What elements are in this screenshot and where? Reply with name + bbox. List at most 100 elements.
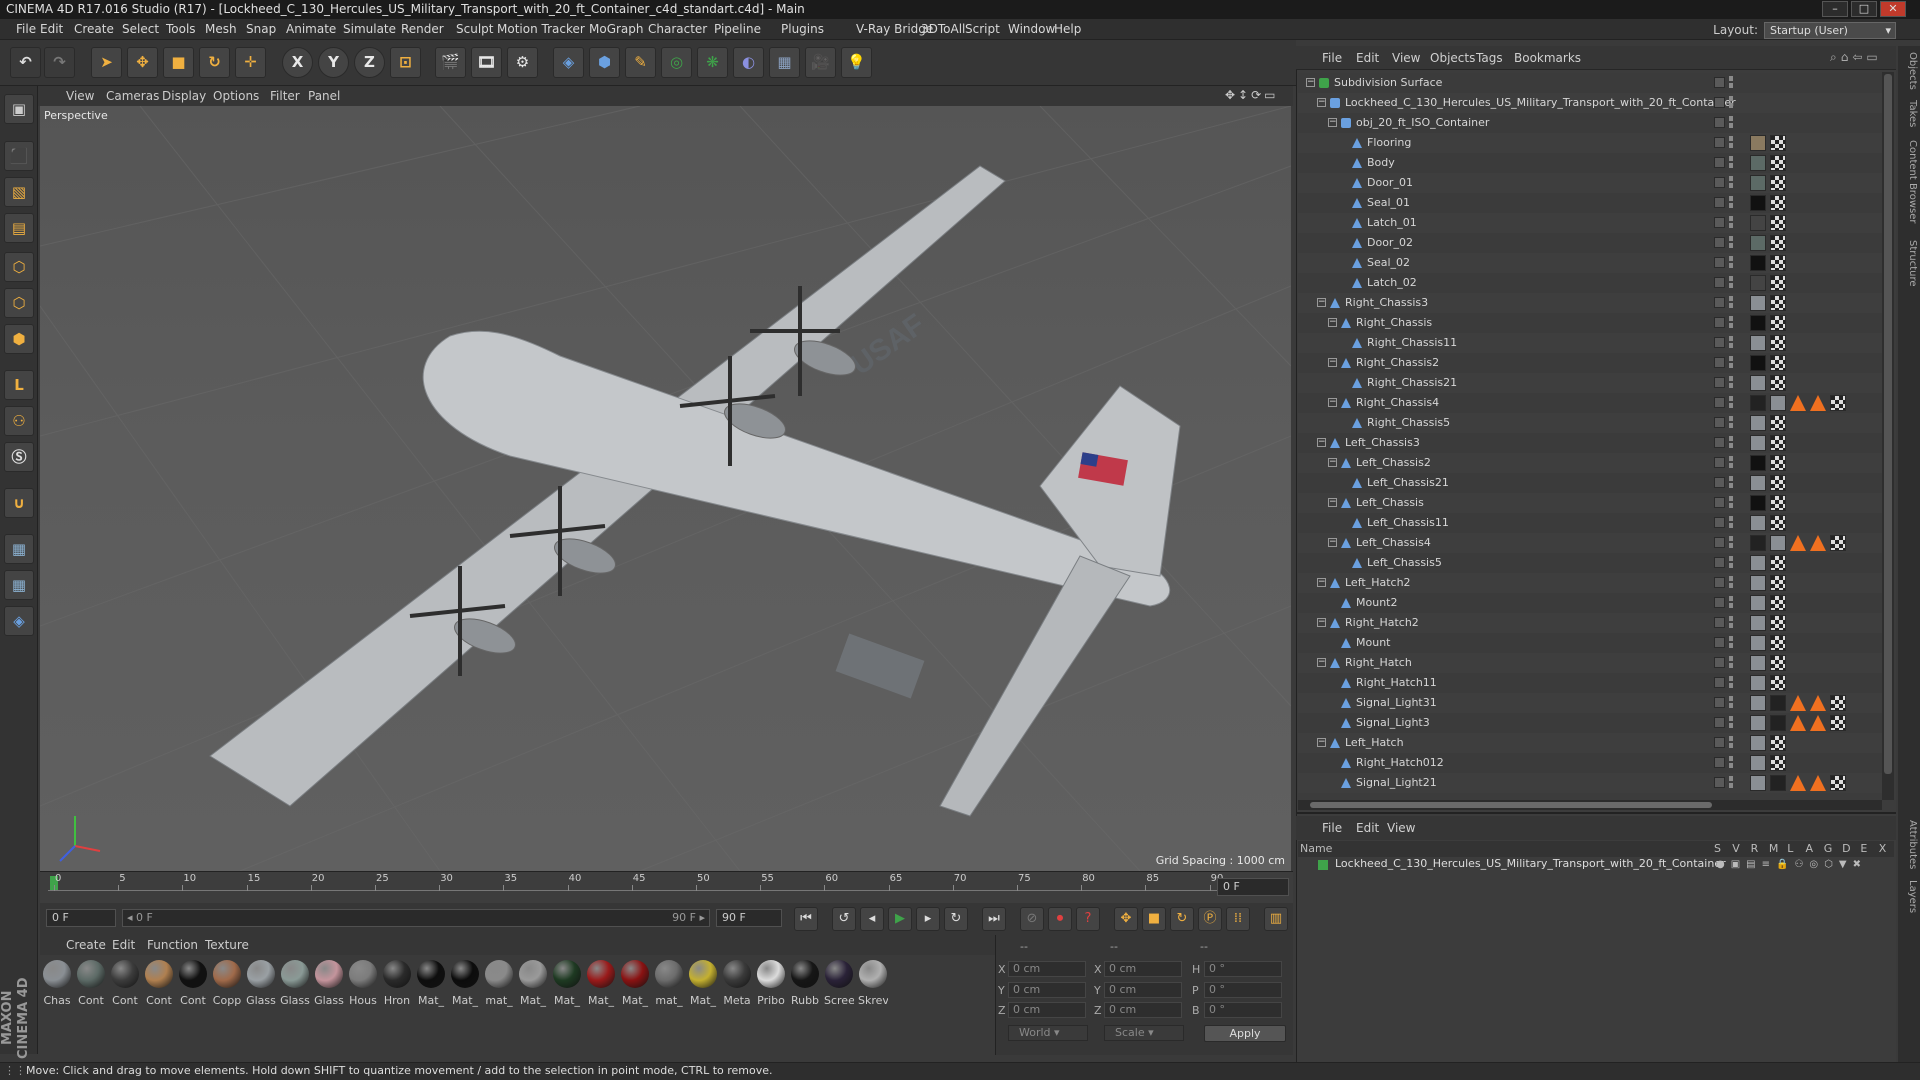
layer-toggle-icon[interactable] xyxy=(1714,197,1725,208)
visibility-dots-icon[interactable] xyxy=(1729,476,1733,488)
array-button[interactable]: ❋ xyxy=(697,47,728,78)
texture-tag-icon[interactable] xyxy=(1830,715,1846,731)
visibility-dots-icon[interactable] xyxy=(1729,256,1733,268)
layer-toggle-icon[interactable] xyxy=(1714,337,1725,348)
material-tag-icon[interactable] xyxy=(1750,555,1766,571)
texture-tag-icon[interactable] xyxy=(1770,155,1786,171)
play-button[interactable]: ▶ xyxy=(888,907,912,931)
material-swatch[interactable]: Glass xyxy=(314,960,344,1007)
layer-toggle-icon[interactable] xyxy=(1714,537,1725,548)
material-tag-icon[interactable] xyxy=(1770,775,1786,791)
object-row[interactable]: − Right_Chassis2 xyxy=(1298,353,1882,373)
viewport-menu-display[interactable]: Display xyxy=(162,86,206,106)
material-tag-icon[interactable] xyxy=(1750,275,1766,291)
expand-toggle-icon[interactable]: − xyxy=(1328,538,1337,547)
layer-toggle-icon[interactable] xyxy=(1714,457,1725,468)
texture-tag-icon[interactable] xyxy=(1830,695,1846,711)
expand-toggle-icon[interactable]: − xyxy=(1328,398,1337,407)
material-swatch[interactable]: mat_ xyxy=(654,960,684,1007)
layer-toggle-icon[interactable] xyxy=(1714,277,1725,288)
expand-toggle-icon[interactable]: − xyxy=(1317,578,1326,587)
material-swatch[interactable]: Mat_ xyxy=(450,960,480,1007)
visibility-dots-icon[interactable] xyxy=(1729,556,1733,568)
visibility-dots-icon[interactable] xyxy=(1729,136,1733,148)
object-row[interactable]: Flooring xyxy=(1298,133,1882,153)
right-tab-content-browser[interactable]: Content Browser xyxy=(1900,140,1918,223)
viewport-menu-options[interactable]: Options xyxy=(213,86,259,106)
material-tag-icon[interactable] xyxy=(1750,195,1766,211)
viewport-menu-panel[interactable]: Panel xyxy=(308,86,340,106)
visibility-dots-icon[interactable] xyxy=(1729,336,1733,348)
material-swatch[interactable]: Mat_ xyxy=(518,960,548,1007)
layer-toggle-icon[interactable] xyxy=(1714,417,1725,428)
expand-toggle-icon[interactable]: − xyxy=(1317,98,1326,107)
material-tag-icon[interactable] xyxy=(1750,235,1766,251)
key-position-button[interactable]: ✥ xyxy=(1114,907,1138,931)
object-row[interactable]: Door_01 xyxy=(1298,173,1882,193)
layer-menu-edit[interactable]: Edit xyxy=(1356,816,1379,840)
object-row[interactable]: − Lockheed_C_130_Hercules_US_Military_Tra… xyxy=(1298,93,1882,113)
object-menu-edit[interactable]: Edit xyxy=(1356,46,1379,70)
texture-tag-icon[interactable] xyxy=(1770,575,1786,591)
menu-select[interactable]: Select xyxy=(122,19,159,40)
auto-key-button[interactable]: ? xyxy=(1076,907,1100,931)
material-swatch[interactable]: Glass xyxy=(280,960,310,1007)
material-tag-icon[interactable] xyxy=(1770,395,1786,411)
viewport-nav-icons[interactable]: ✥↕⟳▭ xyxy=(1225,88,1279,102)
layer-toggle-icon[interactable] xyxy=(1714,477,1725,488)
layer-toggle-icon[interactable] xyxy=(1714,657,1725,668)
object-row[interactable]: − Left_Chassis3 xyxy=(1298,433,1882,453)
warning-tag-icon[interactable] xyxy=(1790,395,1806,411)
viewport-menu-cameras[interactable]: Cameras xyxy=(106,86,159,106)
visibility-dots-icon[interactable] xyxy=(1729,716,1733,728)
menu-render[interactable]: Render xyxy=(401,19,444,40)
visibility-dots-icon[interactable] xyxy=(1729,276,1733,288)
texture-tag-icon[interactable] xyxy=(1770,475,1786,491)
rot-b-field[interactable]: 0 ° xyxy=(1204,1002,1282,1018)
texture-tag-icon[interactable] xyxy=(1770,195,1786,211)
material-tag-icon[interactable] xyxy=(1750,595,1766,611)
object-row[interactable]: Seal_01 xyxy=(1298,193,1882,213)
layer-toggle-icon[interactable] xyxy=(1714,297,1725,308)
texture-tag-icon[interactable] xyxy=(1770,755,1786,771)
warning-tag-icon[interactable] xyxy=(1810,715,1826,731)
material-tag-icon[interactable] xyxy=(1770,535,1786,551)
material-tag-icon[interactable] xyxy=(1750,455,1766,471)
move-tool-button[interactable]: ✥ xyxy=(127,47,158,78)
object-row[interactable]: Signal_Light31 xyxy=(1298,693,1882,713)
material-tag-icon[interactable] xyxy=(1750,375,1766,391)
visibility-dots-icon[interactable] xyxy=(1729,456,1733,468)
material-tag-icon[interactable] xyxy=(1750,655,1766,671)
timeline-layout-button[interactable]: ▥ xyxy=(1264,907,1288,931)
layer-color-swatch[interactable] xyxy=(1318,860,1328,870)
layer-toggle-icon[interactable] xyxy=(1714,137,1725,148)
key-pla-button[interactable]: ⁞⁞ xyxy=(1226,907,1250,931)
expand-toggle-icon[interactable]: − xyxy=(1317,618,1326,627)
key-rotation-button[interactable]: ↻ xyxy=(1170,907,1194,931)
layer-toggle-icon[interactable] xyxy=(1714,237,1725,248)
menu-simulate[interactable]: Simulate xyxy=(343,19,396,40)
texture-tag-icon[interactable] xyxy=(1830,775,1846,791)
material-tag-icon[interactable] xyxy=(1750,315,1766,331)
model-mode-button[interactable]: ⬛ xyxy=(4,141,34,171)
layer-flag-icons[interactable]: ●▣▤≡🔒⚇◎⬡▼✖ xyxy=(1716,859,1867,870)
coordinate-system-button[interactable]: ⊡ xyxy=(390,47,421,78)
menu-motion-tracker[interactable]: Motion Tracker xyxy=(497,19,585,40)
python-button[interactable]: ◈ xyxy=(553,47,584,78)
material-swatch[interactable]: Glass xyxy=(246,960,276,1007)
menu-help[interactable]: Help xyxy=(1054,19,1081,40)
texture-tag-icon[interactable] xyxy=(1770,675,1786,691)
material-tag-icon[interactable] xyxy=(1750,715,1766,731)
visibility-dots-icon[interactable] xyxy=(1729,316,1733,328)
layer-toggle-icon[interactable] xyxy=(1714,677,1725,688)
menu-mograph[interactable]: MoGraph xyxy=(589,19,644,40)
object-row[interactable]: Left_Chassis5 xyxy=(1298,553,1882,573)
expand-toggle-icon[interactable]: − xyxy=(1328,358,1337,367)
pos-z-field[interactable]: 0 cm xyxy=(1008,1002,1086,1018)
y-axis-button[interactable]: Y xyxy=(318,47,349,78)
material-tag-icon[interactable] xyxy=(1750,575,1766,591)
object-row[interactable]: − Left_Chassis2 xyxy=(1298,453,1882,473)
key-scale-button[interactable]: ■ xyxy=(1142,907,1166,931)
material-swatch[interactable]: Copp xyxy=(212,960,242,1007)
texture-mode-button[interactable]: ▧ xyxy=(4,177,34,207)
